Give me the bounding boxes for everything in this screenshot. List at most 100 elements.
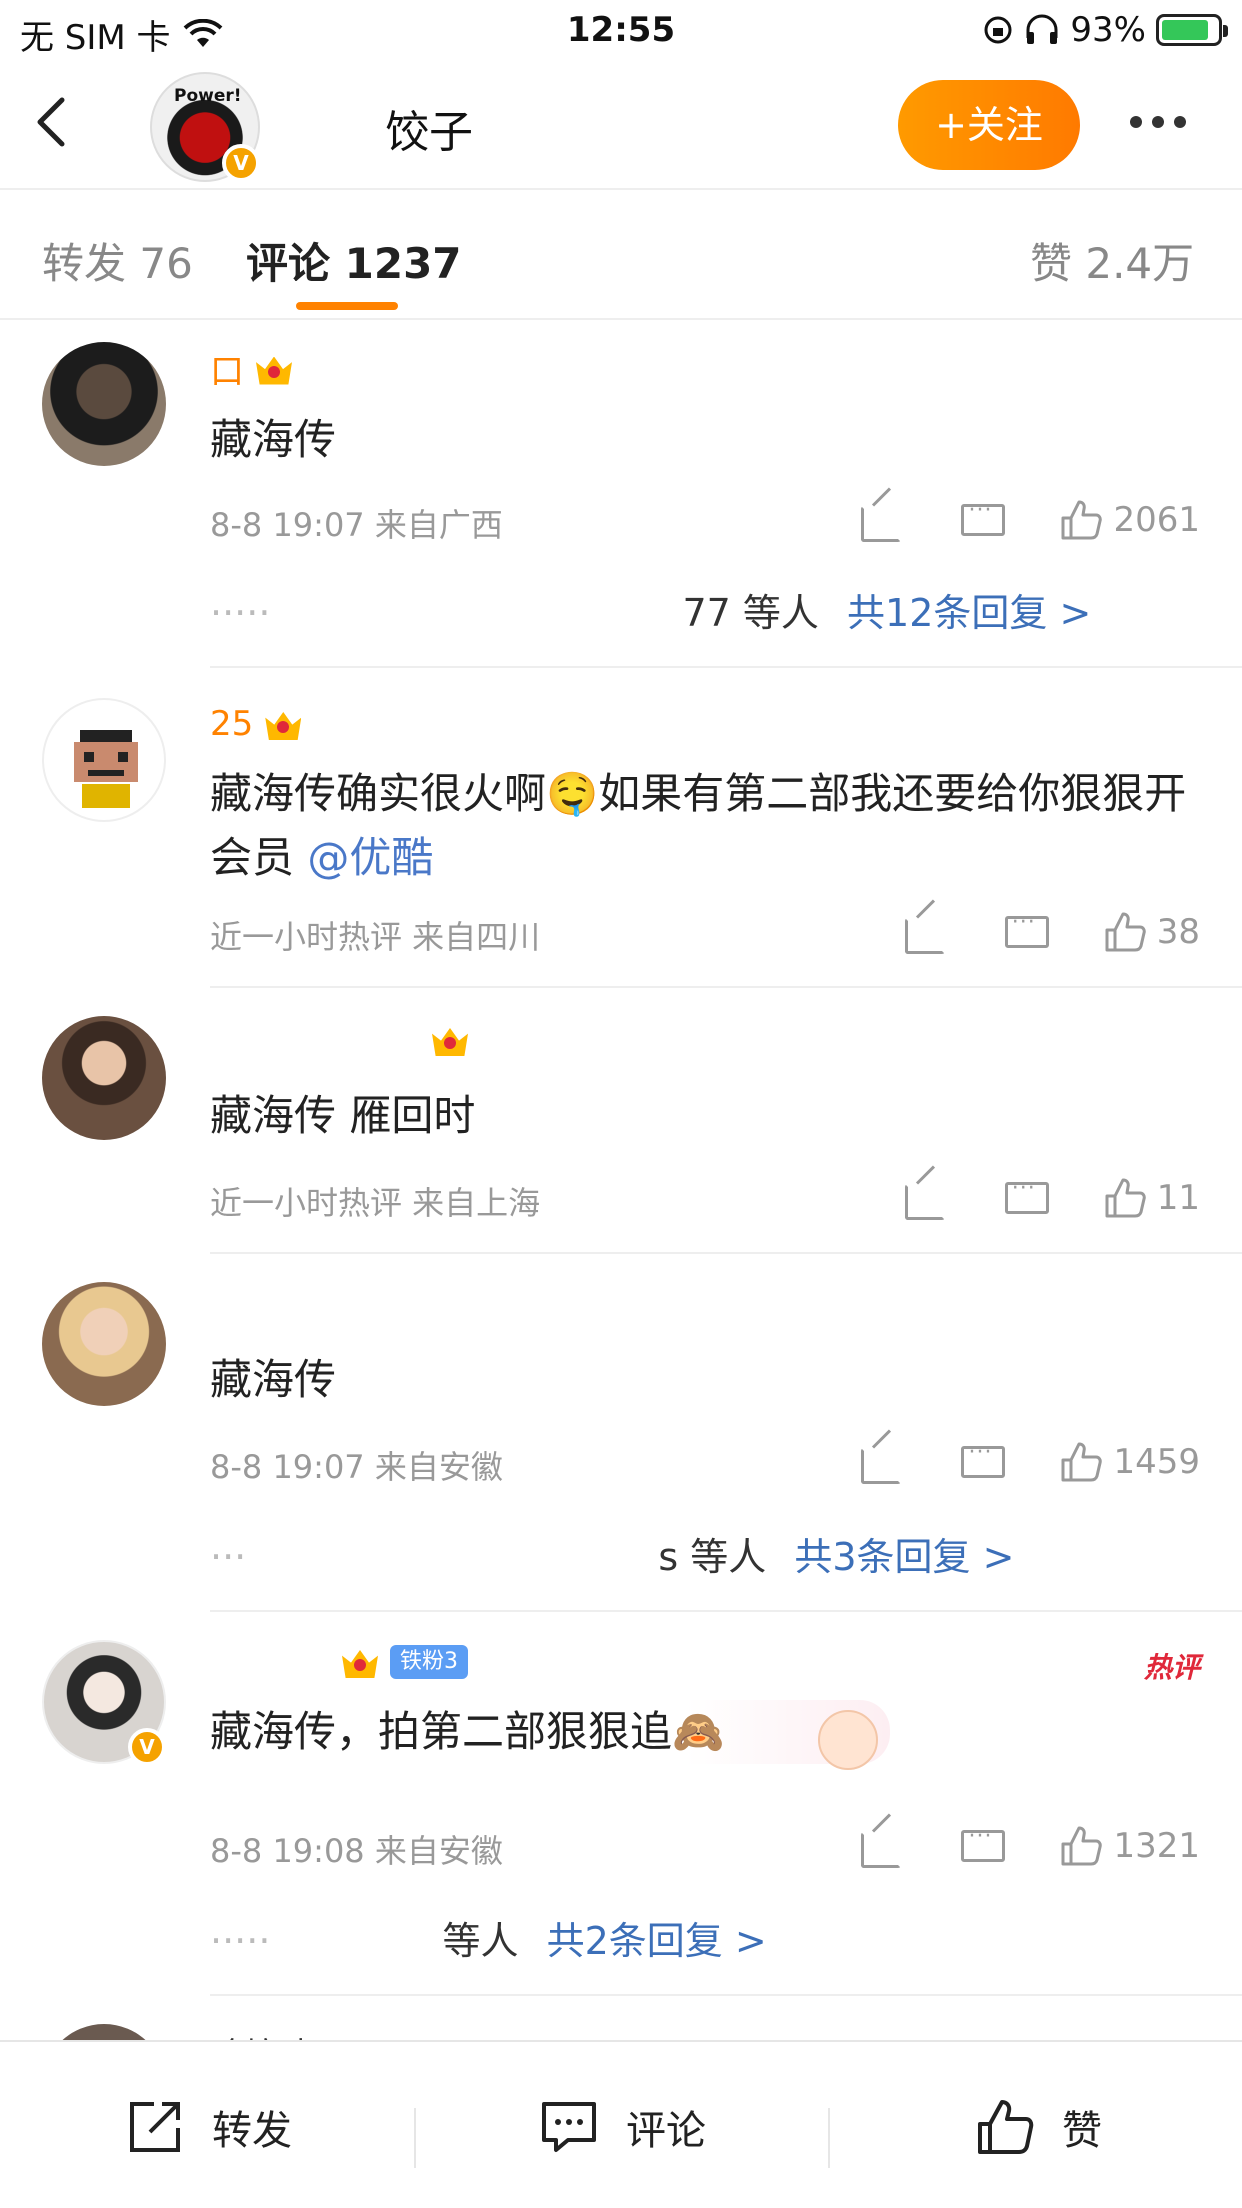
divider xyxy=(210,1994,1242,1996)
reply-summary[interactable]: ····· 77 等人 共12条回复 > xyxy=(210,582,1210,637)
comment-actions: 11 xyxy=(903,1176,1200,1220)
repost-label: 转发 xyxy=(212,2108,292,2154)
reply-button[interactable] xyxy=(1003,1176,1049,1218)
comment-text: 藏海传 xyxy=(210,1355,337,1404)
reply-summary[interactable]: ····· 等人 共2条回复 > xyxy=(210,1910,1210,1965)
comment-actions: 38 xyxy=(903,910,1200,954)
tab-likes[interactable]: 赞 2.4万 xyxy=(1030,230,1194,291)
comment-icon xyxy=(959,1824,1006,1866)
commenter-name[interactable]: 口 xyxy=(210,344,294,393)
comment-meta: 近一小时热评 来自上海 xyxy=(210,1184,541,1222)
comment-text: 藏海传，拍第二部狠狠追🙈 xyxy=(210,1700,890,1764)
hot-comment-badge: 热评 xyxy=(1143,1651,1200,1684)
like-button[interactable]: 38 xyxy=(1103,910,1200,954)
commenter-avatar[interactable] xyxy=(42,342,166,466)
like-count: 1459 xyxy=(1113,1442,1200,1482)
comment-icon xyxy=(538,2096,600,2158)
verified-icon: V xyxy=(222,144,260,182)
share-icon xyxy=(859,1826,903,1868)
commenter-name-text: 口 xyxy=(210,352,244,392)
comment-actions: 1321 xyxy=(859,1824,1200,1868)
fan-badge: 铁粉3 xyxy=(390,1645,468,1679)
commenter-avatar[interactable] xyxy=(42,1016,166,1140)
reply-prefix: ····· xyxy=(210,591,271,635)
view-replies-link[interactable]: 共12条回复 > xyxy=(847,591,1091,635)
reply-button[interactable] xyxy=(1003,910,1049,952)
commenter-avatar[interactable] xyxy=(42,1282,166,1406)
like-button[interactable]: 2061 xyxy=(1059,498,1200,542)
commenter-name[interactable]: 25 xyxy=(210,704,303,744)
crown-icon xyxy=(263,706,303,742)
reply-button[interactable] xyxy=(959,1440,1006,1482)
mention-link[interactable]: @优酷 xyxy=(307,833,433,882)
divider xyxy=(210,1252,1242,1254)
view-replies-link[interactable]: 共3条回复 > xyxy=(794,1535,1014,1579)
share-button[interactable] xyxy=(859,1826,903,1868)
comment-meta: 8-8 19:07 来自安徽 xyxy=(210,1448,503,1486)
thumbs-up-icon xyxy=(1103,1176,1147,1220)
commenter-avatar[interactable] xyxy=(42,698,166,822)
comment-meta: 8-8 19:08 来自安徽 xyxy=(210,1832,503,1870)
toolbar-divider xyxy=(414,2108,416,2168)
status-right: 93% xyxy=(982,10,1228,50)
battery-icon xyxy=(1156,14,1228,46)
battery-percent: 93% xyxy=(1070,10,1146,50)
comment-text: 藏海传确实很火啊🤤如果有第二部我还要给你狠狠开会员 @优酷 xyxy=(210,762,1210,890)
repost-button[interactable]: 转发 xyxy=(124,2096,292,2158)
header: Power! V 饺子 +关注 xyxy=(0,62,1242,190)
comment-icon xyxy=(1003,910,1049,952)
share-icon xyxy=(859,1442,903,1484)
share-button[interactable] xyxy=(903,912,947,954)
like-label: 赞 xyxy=(1062,2108,1102,2154)
commenter-name[interactable]: 铁粉3 xyxy=(330,1644,468,1680)
comment-meta: 8-8 19:07 来自广西 xyxy=(210,506,503,544)
like-button[interactable]: 1321 xyxy=(1059,1824,1200,1868)
share-button[interactable] xyxy=(859,1442,903,1484)
crown-icon xyxy=(254,351,294,387)
thumbs-up-icon xyxy=(1103,910,1147,954)
share-icon xyxy=(903,912,947,954)
like-button[interactable]: 赞 xyxy=(974,2096,1102,2158)
view-replies-link[interactable]: 共2条回复 > xyxy=(547,1919,767,1963)
comment-icon xyxy=(959,498,1006,540)
reply-by: s 等人 xyxy=(658,1535,767,1579)
thumbs-up-icon xyxy=(1059,1824,1103,1868)
bottom-toolbar: 转发 评论 赞 xyxy=(0,2040,1242,2208)
share-button[interactable] xyxy=(859,500,903,542)
headphones-icon xyxy=(1026,14,1058,44)
toolbar-divider xyxy=(828,2108,830,2168)
comment-text: 藏海传 xyxy=(210,415,337,464)
rotation-lock-icon xyxy=(984,16,1012,44)
like-count: 1321 xyxy=(1113,1826,1200,1866)
more-icon[interactable] xyxy=(1130,102,1210,142)
verified-icon: V xyxy=(128,1728,166,1766)
like-count: 38 xyxy=(1156,912,1200,952)
tab-repost[interactable]: 转发 76 xyxy=(42,230,193,291)
reply-by: 等人 xyxy=(442,1919,519,1963)
reply-summary[interactable]: ··· s 等人 共3条回复 > xyxy=(210,1526,1210,1581)
author-name[interactable]: 饺子 xyxy=(385,96,473,160)
share-icon xyxy=(859,500,903,542)
like-button[interactable]: 1459 xyxy=(1059,1440,1200,1484)
like-button[interactable]: 11 xyxy=(1103,1176,1200,1220)
comment-label: 评论 xyxy=(626,2108,706,2154)
comment-button[interactable]: 评论 xyxy=(538,2096,706,2158)
reply-button[interactable] xyxy=(959,1824,1006,1866)
divider xyxy=(210,1610,1242,1612)
share-icon xyxy=(124,2096,186,2158)
commenter-name[interactable] xyxy=(210,1022,470,1058)
follow-button[interactable]: +关注 xyxy=(898,80,1080,170)
author-avatar[interactable]: Power! V xyxy=(150,72,260,182)
reply-button[interactable] xyxy=(959,498,1006,540)
avatar-caption: Power! xyxy=(174,86,242,106)
share-button[interactable] xyxy=(903,1178,947,1220)
back-icon[interactable] xyxy=(24,92,84,152)
divider xyxy=(210,666,1242,668)
comment-actions: 1459 xyxy=(859,1440,1200,1484)
tab-comments[interactable]: 评论 1237 xyxy=(246,230,462,291)
like-count: 11 xyxy=(1156,1178,1200,1218)
crown-icon xyxy=(340,1644,380,1680)
reply-prefix: ··· xyxy=(210,1535,247,1579)
comment-icon xyxy=(959,1440,1006,1482)
comment-actions: 2061 xyxy=(859,498,1200,542)
